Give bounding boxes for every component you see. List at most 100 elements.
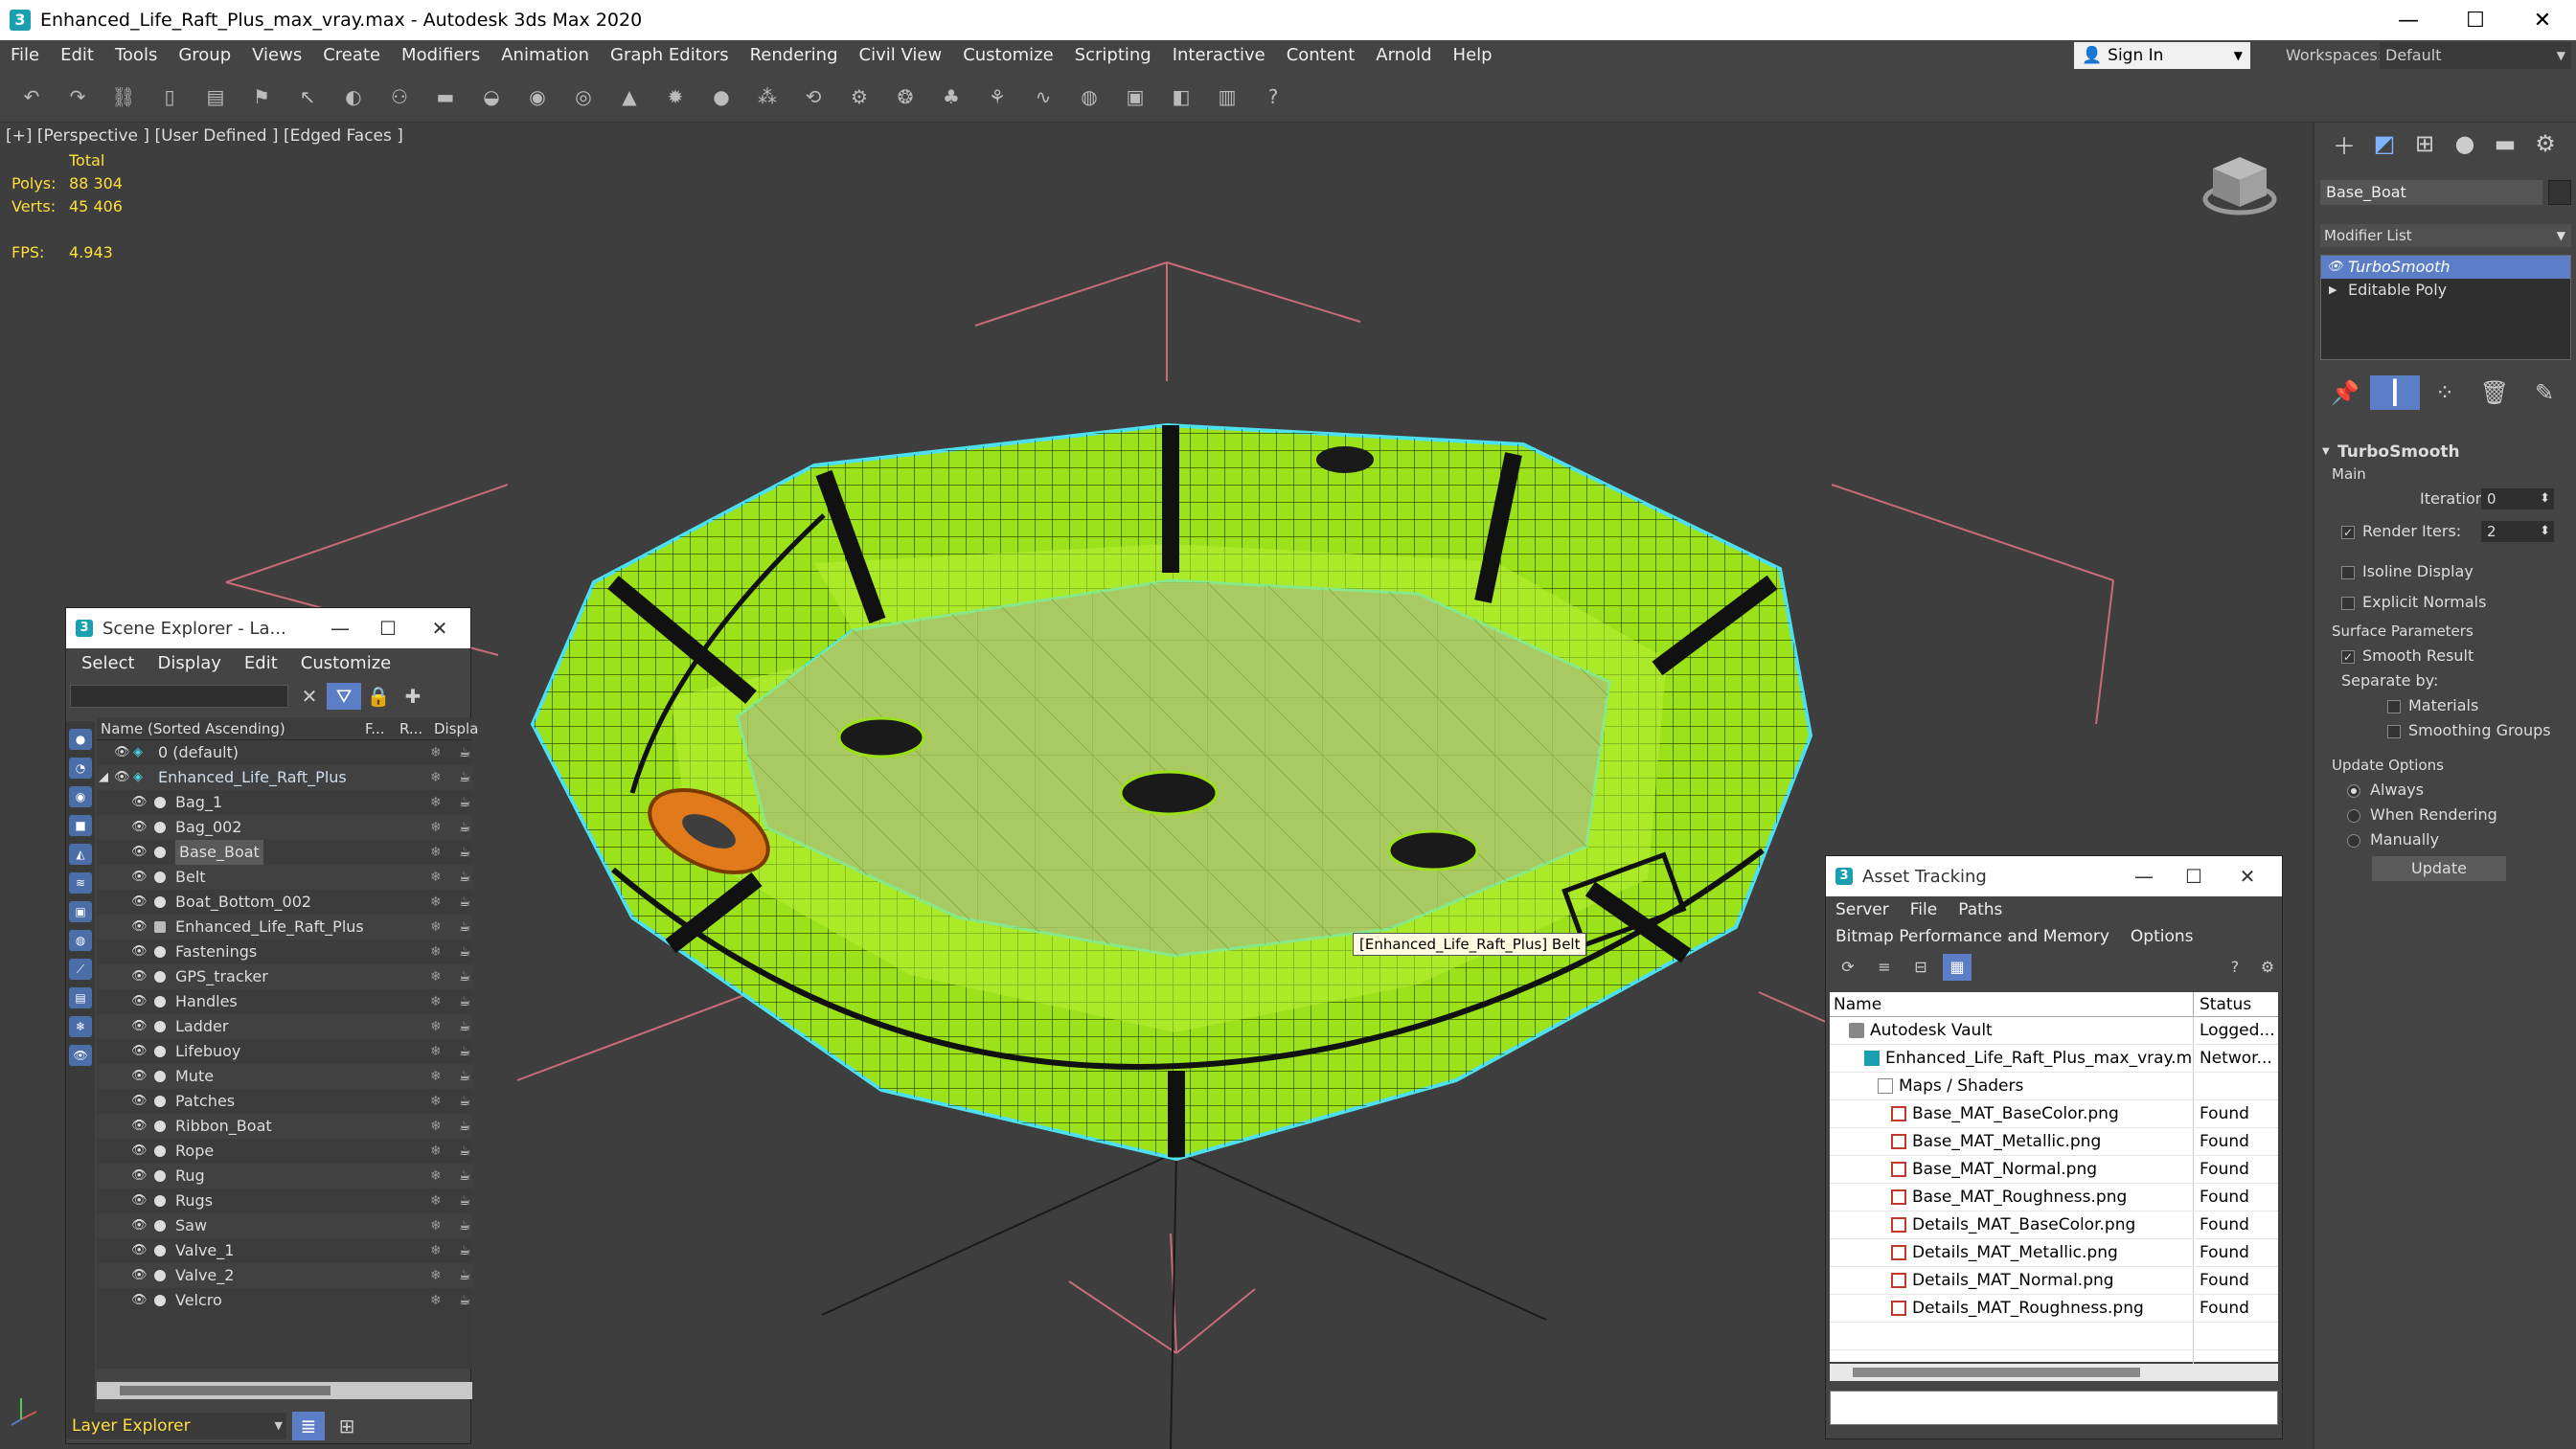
freeze-icon[interactable]: ❄ — [430, 1213, 442, 1238]
at-menu-paths[interactable]: Paths — [1958, 900, 2002, 919]
hierarchy-tab-icon[interactable]: ⊞ — [2405, 130, 2445, 157]
visibility-eye-icon[interactable]: 👁 — [131, 964, 148, 989]
freeze-icon[interactable]: ❄ — [430, 1288, 442, 1313]
make-unique-icon[interactable]: ⁘ — [2420, 379, 2470, 406]
renderable-icon[interactable]: ☕ — [459, 1238, 471, 1263]
render-iters-spinner[interactable]: 2 — [2481, 521, 2554, 542]
scene-explorer-titlebar[interactable]: 3 Scene Explorer - La... — ☐ ✕ — [66, 608, 470, 648]
workspace-dropdown[interactable]: Default ▼ — [2380, 42, 2571, 69]
scene-tree-row[interactable]: 👁 Lifebuoy ❄ ☕ — [97, 1039, 472, 1064]
renderable-icon[interactable]: ☕ — [459, 1089, 471, 1114]
spacewarp-icon[interactable]: ⟲ — [799, 82, 828, 111]
help-icon[interactable]: ? — [2221, 954, 2249, 981]
freeze-icon[interactable]: ❄ — [430, 1114, 442, 1139]
minimize-button[interactable]: — — [2115, 856, 2173, 896]
freeze-icon[interactable]: ❄ — [430, 865, 442, 890]
visibility-eye-icon[interactable]: 👁 — [131, 1089, 148, 1114]
renderable-icon[interactable]: ☕ — [459, 1213, 471, 1238]
materials-checkbox[interactable] — [2387, 699, 2401, 713]
renderable-icon[interactable]: ☕ — [459, 989, 471, 1014]
renderable-icon[interactable]: ☕ — [459, 765, 471, 790]
torus-icon[interactable]: ◎ — [569, 82, 598, 111]
column-display-header[interactable]: Displa — [434, 717, 478, 739]
render-iters-checkbox[interactable]: ✓ — [2341, 525, 2355, 539]
settings-icon[interactable]: ⚙ — [2253, 954, 2282, 981]
column-status-header[interactable]: Status — [2194, 992, 2251, 1016]
visibility-eye-icon[interactable]: 👁 — [131, 1288, 148, 1313]
freeze-icon[interactable]: ❄ — [430, 1164, 442, 1189]
material-icon[interactable]: ❂ — [891, 82, 920, 111]
visibility-eye-icon[interactable]: 👁 — [131, 1213, 148, 1238]
visibility-eye-icon[interactable]: 👁 — [131, 890, 148, 915]
renderable-icon[interactable]: ☕ — [459, 1039, 471, 1064]
column-f-header[interactable]: F... — [365, 717, 399, 739]
visibility-eye-icon[interactable]: 👁 — [131, 840, 148, 865]
stack-item-turbosmooth[interactable]: 👁 TurboSmooth — [2321, 256, 2570, 279]
asset-table-row[interactable]: Maps / Shaders — [1830, 1073, 2278, 1100]
expand-arrow-icon[interactable]: ◢ — [99, 765, 108, 790]
freeze-icon[interactable]: ❄ — [430, 915, 442, 940]
update-button[interactable]: Update — [2372, 856, 2506, 881]
scene-tree-row[interactable]: 👁 Rope ❄ ☕ — [97, 1139, 472, 1164]
menu-views[interactable]: Views — [241, 40, 312, 71]
iterations-spinner[interactable]: 0 — [2481, 488, 2554, 509]
systems-icon[interactable]: ⚙ — [845, 82, 874, 111]
modify-tab-icon[interactable]: ◩ — [2364, 130, 2405, 157]
asset-table-row[interactable]: Enhanced_Life_Raft_Plus_max_vray.max Netw… — [1830, 1045, 2278, 1073]
rendered-frame-icon[interactable]: ▣ — [1121, 82, 1150, 111]
renderable-icon[interactable]: ☕ — [459, 815, 471, 840]
layer-explorer-dropdown[interactable]: Layer Explorer ▼ — [66, 1413, 286, 1439]
explicit-normals-checkbox[interactable] — [2341, 596, 2355, 610]
asset-table-row[interactable]: Autodesk Vault Logged... — [1830, 1017, 2278, 1045]
scene-tree-row[interactable]: 👁 Valve_1 ❄ ☕ — [97, 1238, 472, 1263]
visibility-eye-icon[interactable]: 👁 — [131, 1263, 148, 1288]
display-tab-icon[interactable]: ▬ — [2485, 130, 2525, 157]
asset-tracking-titlebar[interactable]: 3 Asset Tracking — ☐ ✕ — [1826, 856, 2282, 896]
sphere-icon[interactable]: ◒ — [477, 82, 506, 111]
close-button[interactable]: ✕ — [411, 608, 468, 648]
freeze-icon[interactable]: ❄ — [430, 964, 442, 989]
at-menu-bitmap-performance[interactable]: Bitmap Performance and Memory — [1835, 927, 2109, 946]
freeze-icon[interactable]: ❄ — [430, 790, 442, 815]
scene-tree-row[interactable]: ◢ 👁 ◈ Enhanced_Life_Raft_Plus ❄ ☕ — [97, 765, 472, 790]
visibility-eye-icon[interactable]: 👁 — [131, 1039, 148, 1064]
bones-filter-icon[interactable]: ⟋ — [69, 959, 92, 980]
scene-tree-row[interactable]: 👁 Fastenings ❄ ☕ — [97, 940, 472, 964]
se-menu-display[interactable]: Display — [158, 653, 221, 673]
select-object-icon[interactable]: ↖ — [293, 82, 322, 111]
asset-table-row[interactable]: Details_MAT_Metallic.png Found — [1830, 1239, 2278, 1267]
sort-by-hierarchy-icon[interactable]: ⊞ — [331, 1412, 363, 1440]
freeze-icon[interactable]: ❄ — [430, 840, 442, 865]
object-name-field[interactable]: Base_Boat — [2320, 180, 2542, 205]
freeze-icon[interactable]: ❄ — [430, 815, 442, 840]
visibility-eye-icon[interactable]: 👁 — [131, 940, 148, 964]
asset-table-row[interactable]: Details_MAT_Roughness.png Found — [1830, 1295, 2278, 1323]
menu-interactive[interactable]: Interactive — [1162, 40, 1276, 71]
se-menu-edit[interactable]: Edit — [244, 653, 278, 673]
asset-table-hscrollbar[interactable] — [1830, 1364, 2278, 1381]
se-menu-customize[interactable]: Customize — [301, 653, 391, 673]
scene-tree-row[interactable]: 👁 Saw ❄ ☕ — [97, 1213, 472, 1238]
scene-tree-row[interactable]: 👁 Ladder ❄ ☕ — [97, 1014, 472, 1039]
expand-arrow-icon[interactable]: ▶ — [2329, 279, 2337, 302]
renderable-icon[interactable]: ☕ — [459, 790, 471, 815]
geosphere-icon[interactable]: ◉ — [523, 82, 552, 111]
renderable-icon[interactable]: ☕ — [459, 1014, 471, 1039]
add-layer-icon[interactable]: ✚ — [396, 683, 430, 710]
containers-filter-icon[interactable]: ▤ — [69, 987, 92, 1008]
selection-filter-icon[interactable]: ⚑ — [247, 82, 276, 111]
renderable-icon[interactable]: ☕ — [459, 1114, 471, 1139]
renderable-icon[interactable]: ☕ — [459, 964, 471, 989]
smoothing-groups-checkbox[interactable] — [2387, 724, 2401, 738]
scrollbar-thumb[interactable] — [120, 1386, 331, 1395]
renderable-icon[interactable]: ☕ — [459, 1288, 471, 1313]
scene-tree-row[interactable]: 👁 GPS_tracker ❄ ☕ — [97, 964, 472, 989]
clear-search-icon[interactable]: ✕ — [292, 683, 327, 710]
box-icon[interactable]: ▬ — [431, 82, 460, 111]
redo-icon[interactable]: ↷ — [63, 82, 92, 111]
scene-tree-row[interactable]: 👁 Bag_1 ❄ ☕ — [97, 790, 472, 815]
menu-edit[interactable]: Edit — [50, 40, 104, 71]
renderable-icon[interactable]: ☕ — [459, 1263, 471, 1288]
scrollbar-thumb[interactable] — [1853, 1368, 2140, 1377]
render-icon[interactable]: ◧ — [1167, 82, 1196, 111]
